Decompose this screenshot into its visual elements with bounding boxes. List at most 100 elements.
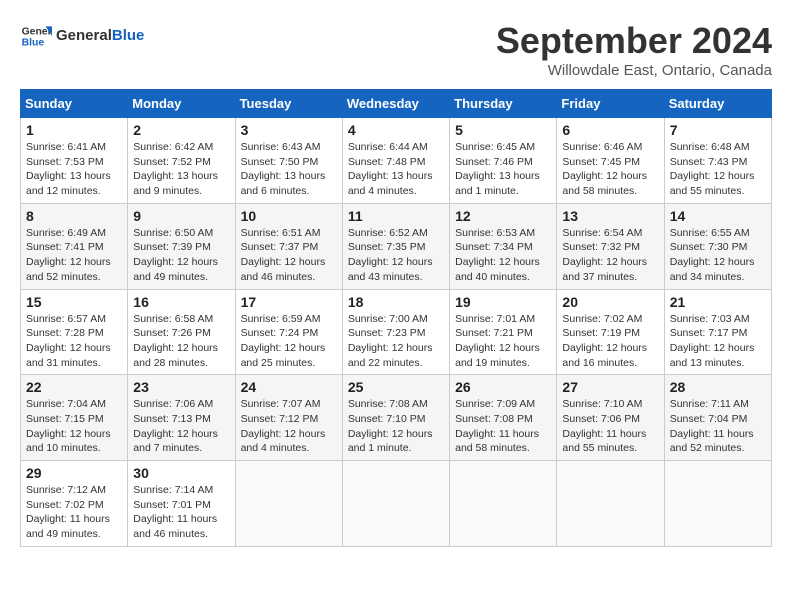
calendar-week-row: 1 Sunrise: 6:41 AM Sunset: 7:53 PM Dayli… — [21, 118, 772, 204]
calendar-day-cell: 16 Sunrise: 6:58 AM Sunset: 7:26 PM Dayl… — [128, 289, 235, 375]
header-tuesday: Tuesday — [235, 90, 342, 118]
day-detail: Sunrise: 6:51 AM Sunset: 7:37 PM Dayligh… — [241, 226, 337, 285]
header-saturday: Saturday — [664, 90, 771, 118]
day-detail: Sunrise: 6:54 AM Sunset: 7:32 PM Dayligh… — [562, 226, 658, 285]
calendar-day-cell: 10 Sunrise: 6:51 AM Sunset: 7:37 PM Dayl… — [235, 203, 342, 289]
day-number: 24 — [241, 379, 337, 395]
day-number: 23 — [133, 379, 229, 395]
calendar-day-cell: 29 Sunrise: 7:12 AM Sunset: 7:02 PM Dayl… — [21, 461, 128, 547]
day-detail: Sunrise: 6:50 AM Sunset: 7:39 PM Dayligh… — [133, 226, 229, 285]
day-number: 17 — [241, 294, 337, 310]
day-number: 2 — [133, 122, 229, 138]
calendar-day-cell: 3 Sunrise: 6:43 AM Sunset: 7:50 PM Dayli… — [235, 118, 342, 204]
day-detail: Sunrise: 7:09 AM Sunset: 7:08 PM Dayligh… — [455, 397, 551, 456]
calendar-day-cell: 13 Sunrise: 6:54 AM Sunset: 7:32 PM Dayl… — [557, 203, 664, 289]
day-detail: Sunrise: 7:14 AM Sunset: 7:01 PM Dayligh… — [133, 483, 229, 542]
day-number: 8 — [26, 208, 122, 224]
logo-icon: General Blue — [20, 20, 52, 52]
calendar-day-cell: 11 Sunrise: 6:52 AM Sunset: 7:35 PM Dayl… — [342, 203, 449, 289]
day-detail: Sunrise: 6:53 AM Sunset: 7:34 PM Dayligh… — [455, 226, 551, 285]
day-detail: Sunrise: 6:48 AM Sunset: 7:43 PM Dayligh… — [670, 140, 766, 199]
day-number: 26 — [455, 379, 551, 395]
calendar-day-cell: 27 Sunrise: 7:10 AM Sunset: 7:06 PM Dayl… — [557, 375, 664, 461]
day-number: 10 — [241, 208, 337, 224]
calendar-week-row: 15 Sunrise: 6:57 AM Sunset: 7:28 PM Dayl… — [21, 289, 772, 375]
day-number: 21 — [670, 294, 766, 310]
calendar-week-row: 29 Sunrise: 7:12 AM Sunset: 7:02 PM Dayl… — [21, 461, 772, 547]
day-number: 18 — [348, 294, 444, 310]
day-number: 14 — [670, 208, 766, 224]
day-detail: Sunrise: 6:42 AM Sunset: 7:52 PM Dayligh… — [133, 140, 229, 199]
day-detail: Sunrise: 7:10 AM Sunset: 7:06 PM Dayligh… — [562, 397, 658, 456]
day-detail: Sunrise: 6:46 AM Sunset: 7:45 PM Dayligh… — [562, 140, 658, 199]
day-detail: Sunrise: 6:45 AM Sunset: 7:46 PM Dayligh… — [455, 140, 551, 199]
day-detail: Sunrise: 7:08 AM Sunset: 7:10 PM Dayligh… — [348, 397, 444, 456]
day-detail: Sunrise: 6:52 AM Sunset: 7:35 PM Dayligh… — [348, 226, 444, 285]
day-detail: Sunrise: 7:12 AM Sunset: 7:02 PM Dayligh… — [26, 483, 122, 542]
day-number: 3 — [241, 122, 337, 138]
calendar-day-cell: 17 Sunrise: 6:59 AM Sunset: 7:24 PM Dayl… — [235, 289, 342, 375]
day-detail: Sunrise: 6:58 AM Sunset: 7:26 PM Dayligh… — [133, 312, 229, 371]
calendar-day-cell: 20 Sunrise: 7:02 AM Sunset: 7:19 PM Dayl… — [557, 289, 664, 375]
day-number: 25 — [348, 379, 444, 395]
empty-day-cell — [664, 461, 771, 547]
calendar-day-cell: 8 Sunrise: 6:49 AM Sunset: 7:41 PM Dayli… — [21, 203, 128, 289]
day-detail: Sunrise: 7:04 AM Sunset: 7:15 PM Dayligh… — [26, 397, 122, 456]
day-number: 9 — [133, 208, 229, 224]
day-number: 7 — [670, 122, 766, 138]
month-title: September 2024 — [496, 20, 772, 62]
day-number: 19 — [455, 294, 551, 310]
empty-day-cell — [235, 461, 342, 547]
svg-text:Blue: Blue — [22, 38, 45, 49]
day-detail: Sunrise: 7:02 AM Sunset: 7:19 PM Dayligh… — [562, 312, 658, 371]
day-number: 4 — [348, 122, 444, 138]
empty-day-cell — [557, 461, 664, 547]
day-detail: Sunrise: 7:11 AM Sunset: 7:04 PM Dayligh… — [670, 397, 766, 456]
title-block: September 2024 Willowdale East, Ontario,… — [496, 20, 772, 79]
calendar-day-cell: 19 Sunrise: 7:01 AM Sunset: 7:21 PM Dayl… — [450, 289, 557, 375]
day-detail: Sunrise: 6:49 AM Sunset: 7:41 PM Dayligh… — [26, 226, 122, 285]
day-detail: Sunrise: 7:00 AM Sunset: 7:23 PM Dayligh… — [348, 312, 444, 371]
calendar-day-cell: 9 Sunrise: 6:50 AM Sunset: 7:39 PM Dayli… — [128, 203, 235, 289]
day-detail: Sunrise: 7:07 AM Sunset: 7:12 PM Dayligh… — [241, 397, 337, 456]
day-number: 12 — [455, 208, 551, 224]
empty-day-cell — [450, 461, 557, 547]
day-number: 13 — [562, 208, 658, 224]
calendar-day-cell: 22 Sunrise: 7:04 AM Sunset: 7:15 PM Dayl… — [21, 375, 128, 461]
calendar-week-row: 22 Sunrise: 7:04 AM Sunset: 7:15 PM Dayl… — [21, 375, 772, 461]
calendar-day-cell: 28 Sunrise: 7:11 AM Sunset: 7:04 PM Dayl… — [664, 375, 771, 461]
day-number: 1 — [26, 122, 122, 138]
day-detail: Sunrise: 6:44 AM Sunset: 7:48 PM Dayligh… — [348, 140, 444, 199]
page-header: General Blue GeneralBlue September 2024 … — [20, 20, 772, 79]
calendar-day-cell: 7 Sunrise: 6:48 AM Sunset: 7:43 PM Dayli… — [664, 118, 771, 204]
location-subtitle: Willowdale East, Ontario, Canada — [496, 62, 772, 79]
header-sunday: Sunday — [21, 90, 128, 118]
header-thursday: Thursday — [450, 90, 557, 118]
logo-text: GeneralBlue — [56, 28, 144, 45]
day-number: 22 — [26, 379, 122, 395]
day-detail: Sunrise: 7:01 AM Sunset: 7:21 PM Dayligh… — [455, 312, 551, 371]
calendar-header-row: SundayMondayTuesdayWednesdayThursdayFrid… — [21, 90, 772, 118]
calendar-day-cell: 4 Sunrise: 6:44 AM Sunset: 7:48 PM Dayli… — [342, 118, 449, 204]
day-detail: Sunrise: 7:06 AM Sunset: 7:13 PM Dayligh… — [133, 397, 229, 456]
day-number: 20 — [562, 294, 658, 310]
day-number: 30 — [133, 465, 229, 481]
day-detail: Sunrise: 6:57 AM Sunset: 7:28 PM Dayligh… — [26, 312, 122, 371]
calendar-day-cell: 5 Sunrise: 6:45 AM Sunset: 7:46 PM Dayli… — [450, 118, 557, 204]
calendar-day-cell: 12 Sunrise: 6:53 AM Sunset: 7:34 PM Dayl… — [450, 203, 557, 289]
day-number: 29 — [26, 465, 122, 481]
calendar-day-cell: 21 Sunrise: 7:03 AM Sunset: 7:17 PM Dayl… — [664, 289, 771, 375]
header-friday: Friday — [557, 90, 664, 118]
day-detail: Sunrise: 6:55 AM Sunset: 7:30 PM Dayligh… — [670, 226, 766, 285]
day-number: 28 — [670, 379, 766, 395]
day-number: 16 — [133, 294, 229, 310]
calendar-day-cell: 1 Sunrise: 6:41 AM Sunset: 7:53 PM Dayli… — [21, 118, 128, 204]
header-monday: Monday — [128, 90, 235, 118]
calendar-day-cell: 26 Sunrise: 7:09 AM Sunset: 7:08 PM Dayl… — [450, 375, 557, 461]
day-number: 5 — [455, 122, 551, 138]
day-number: 15 — [26, 294, 122, 310]
empty-day-cell — [342, 461, 449, 547]
calendar-day-cell: 6 Sunrise: 6:46 AM Sunset: 7:45 PM Dayli… — [557, 118, 664, 204]
calendar-day-cell: 24 Sunrise: 7:07 AM Sunset: 7:12 PM Dayl… — [235, 375, 342, 461]
header-wednesday: Wednesday — [342, 90, 449, 118]
